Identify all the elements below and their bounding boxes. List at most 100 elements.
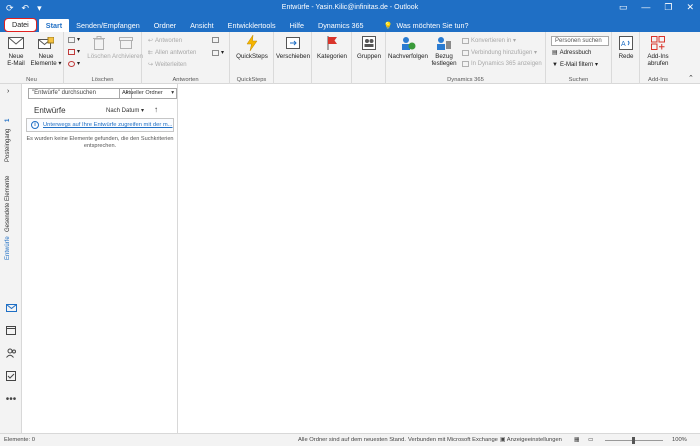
close-button[interactable]: ✕: [686, 2, 694, 13]
groups-label: Gruppen: [356, 53, 382, 60]
tab-file[interactable]: Datei: [4, 18, 37, 32]
get-addins-button[interactable]: Add-Ins abrufen: [642, 35, 674, 67]
folder-drafts[interactable]: Entwürfe: [5, 236, 11, 260]
collapse-ribbon-icon[interactable]: ⌃: [688, 74, 694, 82]
ignore-icon[interactable]: ▾: [68, 36, 80, 43]
tab-view[interactable]: Ansicht: [183, 19, 221, 32]
trash-icon: [90, 35, 108, 51]
quicksteps-button[interactable]: QuickSteps: [234, 35, 270, 60]
status-bar: Elemente: 0 Alle Ordner sind auf dem neu…: [0, 433, 700, 446]
move-button[interactable]: Verschieben: [275, 35, 311, 60]
group-respond: ↩ Antworten ⇇ Allen antworten ↪ Weiterleite…: [142, 32, 230, 84]
search-drafts-input[interactable]: "Entwürfe" durchsuchen ⌕: [28, 88, 132, 99]
reply-button[interactable]: ↩ Antworten: [148, 37, 182, 45]
archive-label: Archivieren: [112, 53, 143, 60]
group-dynamics-label: Dynamics 365: [447, 77, 484, 83]
sync-status: Alle Ordner sind auf dem neuesten Stand.: [298, 437, 406, 443]
zoom-level[interactable]: 100%: [672, 437, 687, 443]
quicksteps-label: QuickSteps: [236, 53, 268, 60]
mail-icon[interactable]: [5, 302, 17, 314]
groups-button[interactable]: Gruppen: [353, 35, 385, 60]
tell-me-search[interactable]: 💡 Was möchten Sie tun?: [377, 19, 476, 32]
group-move: Verschieben: [274, 32, 312, 84]
cleanup-icon[interactable]: ▾: [68, 48, 80, 55]
sort-direction-icon[interactable]: ↑: [154, 105, 158, 114]
mobile-access-link[interactable]: Unterwegs auf Ihre Entwürfe zugreifen mi…: [43, 122, 173, 128]
meeting-icon[interactable]: [212, 37, 219, 43]
categorize-button[interactable]: Kategorien: [314, 35, 350, 60]
delete-button[interactable]: Löschen: [86, 35, 112, 60]
search-scope-dropdown[interactable]: Aktueller Ordner ▾: [119, 88, 177, 99]
tab-folder[interactable]: Ordner: [147, 19, 183, 32]
tab-developer[interactable]: Entwicklertools: [221, 19, 283, 32]
forward-button[interactable]: ↪ Weiterleiten: [148, 61, 187, 69]
flag-icon: [323, 35, 341, 51]
lightning-icon: [243, 35, 261, 51]
set-regarding-icon: [435, 35, 453, 51]
group-delete-label: Löschen: [91, 77, 114, 83]
reading-view-icon[interactable]: ▭: [588, 437, 593, 443]
tab-send-receive[interactable]: Senden/Empfangen: [69, 19, 147, 32]
address-book-button[interactable]: ▤ Adressbuch: [552, 49, 591, 57]
archive-button[interactable]: Archivieren: [112, 35, 143, 60]
item-count: Elemente: 0: [4, 437, 35, 443]
group-speech: A Rede: [612, 32, 640, 84]
group-tags: Kategorien: [312, 32, 352, 84]
addins-icon: [649, 35, 667, 51]
group-new: Neue E-Mail Neue Elemente ▾ Neu: [0, 32, 64, 84]
tab-help[interactable]: Hilfe: [283, 19, 311, 32]
archive-icon: [117, 35, 135, 51]
add-connection-button[interactable]: Verbindung hinzufügen ▾: [462, 49, 537, 56]
reply-all-button[interactable]: ⇇ Allen antworten: [148, 49, 196, 57]
display-settings-icon: ▣: [500, 437, 507, 443]
ribbon-display-options-icon[interactable]: ▭: [619, 2, 628, 13]
track-icon: [399, 35, 417, 51]
empty-list-message: Es wurden keine Elemente gefunden, die d…: [26, 136, 174, 149]
normal-view-icon[interactable]: ▦: [574, 437, 579, 443]
zoom-slider-thumb[interactable]: [632, 437, 635, 444]
svg-text:A: A: [621, 41, 626, 48]
forward-icon: ↪: [148, 62, 154, 68]
delete-label: Löschen: [87, 53, 111, 60]
minimize-button[interactable]: —: [641, 2, 650, 13]
tasks-icon[interactable]: [5, 370, 17, 382]
group-respond-label: Antworten: [172, 77, 199, 83]
display-settings-button[interactable]: ▣ Anzeigeeinstellungen: [500, 437, 562, 443]
reply-icon: ↩: [148, 38, 154, 44]
new-items-icon: [37, 35, 55, 51]
track-label: Nachverfolgen: [388, 53, 428, 60]
folder-sent-items[interactable]: Gesendete Elemente: [5, 176, 11, 232]
group-delete: ▾ ▾ ▾ Löschen Archivieren Löschen: [64, 32, 143, 84]
speech-button[interactable]: A Rede: [613, 35, 639, 60]
connection-status: Verbunden mit Microsoft Exchange: [408, 437, 498, 443]
new-email-button[interactable]: Neue E-Mail: [3, 35, 29, 67]
envelope-icon: [7, 35, 25, 51]
filter-email-button[interactable]: ▼ E-Mail filtern ▾: [552, 61, 598, 69]
sort-by-date-dropdown[interactable]: Nach Datum ▾: [106, 107, 144, 114]
search-people-input[interactable]: Personen suchen: [551, 36, 609, 46]
view-in-dynamics-button[interactable]: In Dynamics 365 anzeigen: [462, 61, 542, 67]
set-regarding-button[interactable]: Bezug festlegen: [428, 35, 460, 67]
ribbon-tabs: Datei Start Senden/Empfangen Ordner Ansi…: [0, 18, 700, 32]
mobile-access-info-bar[interactable]: i Unterwegs auf Ihre Entwürfe zugreifen …: [26, 118, 174, 132]
ribbon: Neue E-Mail Neue Elemente ▾ Neu ▾ ▾ ▾ Lö…: [0, 32, 700, 84]
people-icon[interactable]: [5, 347, 17, 359]
junk-icon[interactable]: ▾: [68, 60, 80, 67]
group-quicksteps: QuickSteps QuickSteps: [230, 32, 274, 84]
new-items-button[interactable]: Neue Elemente ▾: [30, 35, 62, 67]
convert-to-button[interactable]: Konvertieren in ▾: [462, 37, 516, 44]
expand-folder-pane-icon[interactable]: ›: [7, 88, 9, 95]
tab-dynamics[interactable]: Dynamics 365: [311, 19, 371, 32]
more-apps-icon[interactable]: •••: [5, 393, 17, 405]
track-button[interactable]: Nachverfolgen: [388, 35, 428, 60]
more-respond-icon[interactable]: ▾: [212, 49, 224, 56]
tab-start[interactable]: Start: [38, 19, 70, 32]
folder-heading: Entwürfe: [34, 106, 66, 115]
folder-navigation: › Posteingang 1 Gesendete Elemente Entwü…: [0, 84, 22, 433]
group-new-label: Neu: [26, 77, 37, 83]
calendar-icon[interactable]: [5, 324, 17, 336]
restore-button[interactable]: ❐: [664, 2, 672, 13]
group-addins: Add-Ins abrufen Add-Ins: [640, 32, 676, 84]
folder-inbox[interactable]: Posteingang 1: [5, 119, 11, 162]
window-controls: ▭ — ❐ ✕: [619, 2, 694, 13]
